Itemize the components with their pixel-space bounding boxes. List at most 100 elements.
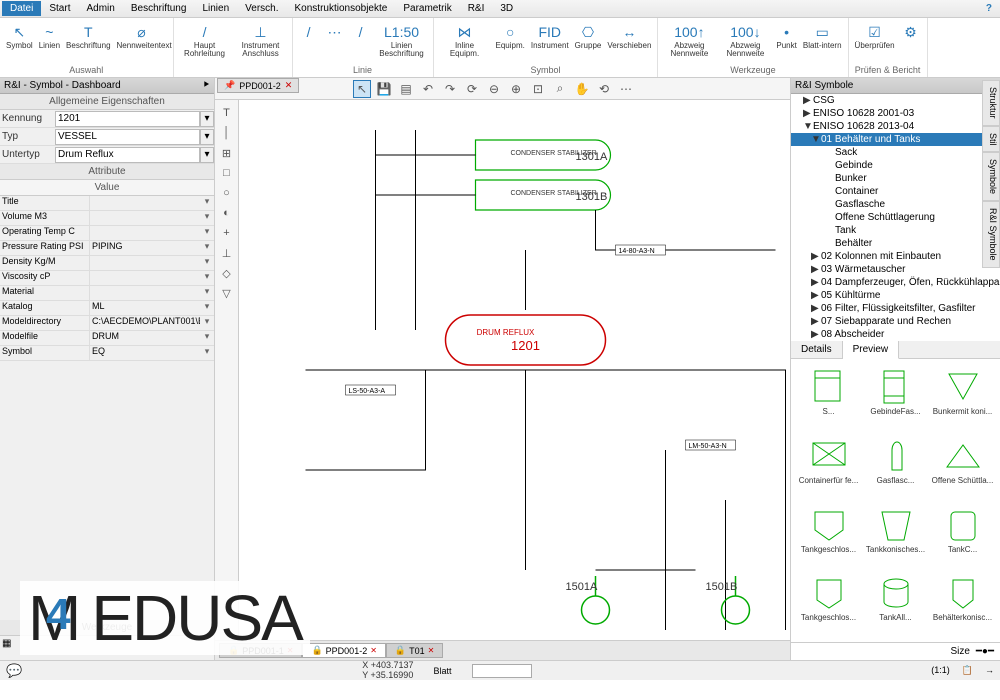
attr-row[interactable]: Volume M3▾ <box>0 211 214 226</box>
attr-row[interactable]: KatalogML▾ <box>0 301 214 316</box>
preview-symbol[interactable]: Tankkonisches... <box>864 503 927 568</box>
preview-symbol[interactable]: Gasflasc... <box>864 434 927 499</box>
tree-item[interactable]: Behälter <box>791 237 1000 250</box>
preview-symbol[interactable]: Offene Schüttla... <box>931 434 994 499</box>
preview-symbol[interactable]: GebindeFas... <box>864 365 927 430</box>
sheet-tab[interactable]: 🔒T01✕ <box>386 643 443 658</box>
menu-konstruktion[interactable]: Konstruktionsobjekte <box>287 1 396 16</box>
vt-3[interactable]: ⊞ <box>217 144 237 162</box>
menu-parametrik[interactable]: Parametrik <box>395 1 459 16</box>
ribbon-gruppe[interactable]: ⎔Gruppe <box>573 20 604 52</box>
help-icon[interactable]: ? <box>986 3 992 14</box>
ribbon-equipm.[interactable]: ○Equipm. <box>494 20 527 52</box>
attr-row[interactable]: Pressure Rating PSIPIPING▾ <box>0 241 214 256</box>
drawing-tab[interactable]: 📌 PPD001-2 ✕ <box>217 78 299 93</box>
ribbon-instrument-anschluss[interactable]: ⊥Instrument Anschluss <box>234 20 288 60</box>
attr-row[interactable]: ModelfileDRUM▾ <box>0 331 214 346</box>
close-icon[interactable]: ✕ <box>370 646 377 655</box>
tab-details[interactable]: Details <box>791 341 843 358</box>
arrow-icon[interactable]: → <box>985 665 994 676</box>
refresh-icon[interactable]: ⟳ <box>463 80 481 98</box>
layers-icon[interactable]: ▤ <box>397 80 415 98</box>
ribbon-haupt-rohrleitung[interactable]: /Haupt Rohrleitung <box>178 20 232 60</box>
undo-icon[interactable]: ↶ <box>419 80 437 98</box>
ribbon-überprüfen[interactable]: ☑Überprüfen <box>853 20 897 52</box>
close-icon[interactable]: ✕ <box>428 646 435 655</box>
vt-10[interactable]: ▽ <box>217 284 237 302</box>
attr-row[interactable]: ModeldirectoryC:\AECDEMO\PLANT001\EQ▾ <box>0 316 214 331</box>
preview-symbol[interactable]: Tankgeschlos... <box>797 571 860 636</box>
menu-versch[interactable]: Versch. <box>237 1 286 16</box>
select-tool[interactable]: ↖ <box>353 80 371 98</box>
menu-linien[interactable]: Linien <box>194 1 237 16</box>
vt-7[interactable]: + <box>217 224 237 242</box>
preview-symbol[interactable]: TankAll... <box>864 571 927 636</box>
preview-symbol[interactable]: S... <box>797 365 860 430</box>
tree-item[interactable]: ▶07 Siebapparate und Rechen <box>791 315 1000 328</box>
attr-row[interactable]: Title▾ <box>0 196 214 211</box>
tool-icon[interactable]: ▦ <box>2 638 11 649</box>
tree-item[interactable]: ▶CSG <box>791 94 1000 107</box>
menu-admin[interactable]: Admin <box>78 1 122 16</box>
tree-item[interactable]: ▶04 Dampferzeuger, Öfen, Rückkühlapparat… <box>791 276 1000 289</box>
vt-8[interactable]: ⊥ <box>217 244 237 262</box>
redo-icon[interactable]: ↷ <box>441 80 459 98</box>
prop-input[interactable] <box>55 129 200 145</box>
attr-row[interactable]: Density Kg/M▾ <box>0 256 214 271</box>
size-slider[interactable]: ━●━ <box>976 646 994 657</box>
ribbon-instrument[interactable]: FIDInstrument <box>529 20 571 52</box>
tab-preview[interactable]: Preview <box>843 341 900 359</box>
pan-icon[interactable]: ✋ <box>573 80 591 98</box>
tab-ri-symbole[interactable]: R&I Symbole <box>982 201 1000 268</box>
prop-input[interactable] <box>55 111 200 127</box>
ribbon-inline-equipm.[interactable]: ⋈Inline Equipm. <box>438 20 492 60</box>
tree-item[interactable]: Tank <box>791 224 1000 237</box>
menu-3d[interactable]: 3D <box>492 1 521 16</box>
preview-symbol[interactable]: Behälterkonisc... <box>931 571 994 636</box>
ribbon-linien[interactable]: ~Linien <box>37 20 62 52</box>
drawing-canvas[interactable]: T │ ⊞ □ ○ ◐ + ⊥ ◇ ▽ CONDENSER STABIL <box>215 100 790 640</box>
panel-menu-icon[interactable]: ⯈ <box>202 80 210 91</box>
ribbon-linien-beschriftung[interactable]: L1:50Linien Beschriftung <box>375 20 429 60</box>
tree-item[interactable]: ▶08 Abscheider <box>791 328 1000 341</box>
clipboard-icon[interactable]: 📋 <box>962 665 973 676</box>
tree-item[interactable]: ▶05 Kühltürme <box>791 289 1000 302</box>
attr-row[interactable]: SymbolEQ▾ <box>0 346 214 361</box>
prop-input[interactable] <box>55 147 200 163</box>
preview-symbol[interactable]: Bunkermit koni... <box>931 365 994 430</box>
tab-stil[interactable]: Stil <box>982 126 1000 153</box>
tree-item[interactable]: ▶03 Wärmetauscher <box>791 263 1000 276</box>
attr-row[interactable]: Material▾ <box>0 286 214 301</box>
tree-item[interactable]: Gasflasche <box>791 198 1000 211</box>
sheet-tab[interactable]: 🔒PPD001-2✕ <box>302 643 385 658</box>
attr-row[interactable]: Operating Temp C▾ <box>0 226 214 241</box>
ribbon-[interactable]: ⋯ <box>323 20 347 44</box>
attr-row[interactable]: Viscosity cP▾ <box>0 271 214 286</box>
ribbon-verschieben[interactable]: ↔Verschieben <box>605 20 653 52</box>
tree-item[interactable]: Container <box>791 185 1000 198</box>
ribbon-[interactable]: ⚙ <box>899 20 923 44</box>
save-icon[interactable]: 💾 <box>375 80 393 98</box>
ribbon-nennweitentext[interactable]: ⌀Nennweitentext <box>115 20 169 52</box>
tree-item[interactable]: ▼ENISO 10628 2013-04 <box>791 120 1000 133</box>
tree-item[interactable]: Offene Schüttlagerung <box>791 211 1000 224</box>
dropdown-icon[interactable]: ▾ <box>200 111 214 127</box>
menu-beschriftung[interactable]: Beschriftung <box>123 1 195 16</box>
vt-9[interactable]: ◇ <box>217 264 237 282</box>
ribbon-punkt[interactable]: •Punkt <box>774 20 798 52</box>
menu-ri[interactable]: R&I <box>460 1 493 16</box>
vt-1[interactable]: T <box>217 104 237 122</box>
vt-6[interactable]: ◐ <box>217 204 237 222</box>
tree-item[interactable]: Bunker <box>791 172 1000 185</box>
preview-symbol[interactable]: TankC... <box>931 503 994 568</box>
vt-2[interactable]: │ <box>217 124 237 142</box>
tab-symbole[interactable]: Symbole <box>982 152 1000 201</box>
ribbon-abzweig-nennweite[interactable]: 100↓Abzweig Nennweite <box>718 20 772 60</box>
tree-item[interactable]: Sack <box>791 146 1000 159</box>
zoom-in-icon[interactable]: ⊕ <box>507 80 525 98</box>
zoom-fit-icon[interactable]: ⊡ <box>529 80 547 98</box>
rotate-icon[interactable]: ⟲ <box>595 80 613 98</box>
tree-item[interactable]: ▶02 Kolonnen mit Einbauten <box>791 250 1000 263</box>
more-icon[interactable]: ⋯ <box>617 80 635 98</box>
preview-symbol[interactable]: Containerfür fe... <box>797 434 860 499</box>
